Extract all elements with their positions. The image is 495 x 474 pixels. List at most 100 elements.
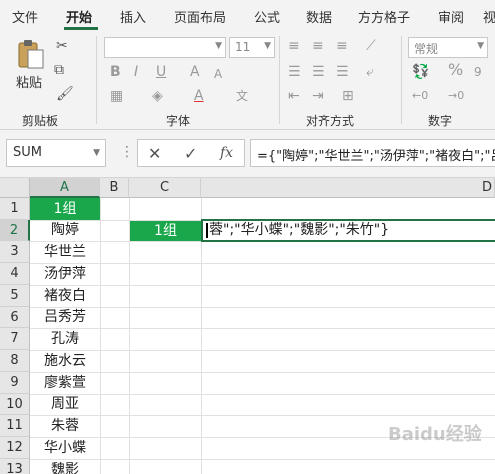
row-header[interactable]: 1 [0,198,30,220]
decrease-font-icon[interactable]: A [214,66,222,82]
tab-review[interactable]: 审阅 [438,7,464,26]
cell-a4[interactable]: 汤伊萍 [30,263,100,285]
font-color-icon[interactable]: A [194,88,204,104]
alignment-group-label: 对齐方式 [306,114,355,128]
group-divider [279,36,280,124]
confirm-icon[interactable]: ✓ [184,144,197,163]
watermark-logo: Baidu经验 [388,424,482,445]
tab-fangfang[interactable]: 方方格子 [358,7,410,26]
font-name-select[interactable]: ▼ [104,37,226,58]
text-caret [206,222,208,238]
row-header[interactable]: 6 [0,307,30,328]
chevron-down-icon: ▼ [477,41,484,51]
bold-button[interactable]: B [110,64,121,80]
number-format-value: 常规 [414,42,439,56]
cell-a11[interactable]: 朱蓉 [30,415,100,437]
increase-decimal-icon[interactable]: ←0 [412,88,428,104]
cell-a2[interactable]: 陶婷 [30,220,100,241]
tab-page-layout[interactable]: 页面布局 [174,7,226,26]
formula-bar: SUM ▼ ⋮ ✕ ✓ fx ={"陶婷";"华世兰";"汤伊萍";"褚夜白";… [0,130,495,178]
resize-handle-icon[interactable]: ⋮ [120,144,134,160]
wrap-text-icon[interactable]: ⤶ [366,64,374,80]
tab-home[interactable]: 开始 [66,7,92,26]
align-left-icon[interactable]: ☰ [288,64,301,80]
tab-data[interactable]: 数据 [306,7,332,26]
orientation-icon[interactable]: ⟋ [366,38,376,54]
cell-c2[interactable]: 1组 [130,221,201,241]
align-middle-icon[interactable]: ≡ [312,38,324,54]
font-size-value: 11 [235,40,251,54]
align-center-icon[interactable]: ☰ [312,64,325,80]
column-header-c[interactable]: C [129,178,201,198]
chevron-down-icon: ▼ [264,41,271,51]
column-header-a[interactable]: A [30,178,100,198]
tab-insert[interactable]: 插入 [120,7,146,26]
fill-color-icon[interactable]: ◈ [152,88,163,104]
cut-icon[interactable]: ✂ [56,38,68,54]
gridline [100,198,101,474]
border-icon[interactable]: ▦ [110,88,123,104]
name-box[interactable]: SUM ▼ [6,139,106,167]
name-box-value: SUM [13,145,42,160]
align-right-icon[interactable]: ☰ [336,64,349,80]
insert-function-button[interactable]: fx [220,145,233,161]
number-group-label: 数字 [428,114,453,128]
comma-style-icon[interactable]: 9 [474,64,482,80]
cell-a5[interactable]: 褚夜白 [30,285,100,307]
merge-cells-icon[interactable]: ⊞ [342,88,354,104]
decrease-decimal-icon[interactable]: →0 [448,88,464,104]
cell-a1[interactable]: 1组 [30,198,100,220]
clipboard-group-label: 剪贴板 [22,114,59,128]
cell-a8[interactable]: 施水云 [30,350,100,372]
column-header-b[interactable]: B [100,178,129,198]
cell-a3[interactable]: 华世兰 [30,241,100,263]
chevron-down-icon: ▼ [93,148,100,158]
percent-button[interactable]: % [448,62,463,78]
font-size-select[interactable]: 11 ▼ [229,37,275,58]
row-header[interactable]: 13 [0,459,30,474]
number-format-select[interactable]: 常规 ▼ [408,37,488,58]
formula-buttons: ✕ ✓ fx [137,139,245,167]
row-header[interactable]: 9 [0,372,30,394]
row-header[interactable]: 10 [0,394,30,415]
row-header[interactable]: 5 [0,285,30,307]
paste-button[interactable]: 粘贴 [14,38,48,91]
font-group-label: 字体 [166,114,191,128]
cell-a12[interactable]: 华小蝶 [30,437,100,459]
cell-a9[interactable]: 廖紫萱 [30,372,100,394]
tab-formulas[interactable]: 公式 [254,7,280,26]
cell-a10[interactable]: 周亚 [30,394,100,415]
row-header[interactable]: 2 [0,220,30,241]
row-header[interactable]: 3 [0,241,30,263]
increase-font-icon[interactable]: A [190,64,200,80]
cancel-icon[interactable]: ✕ [148,144,161,163]
row-header[interactable]: 12 [0,437,30,459]
underline-button[interactable]: U [156,64,166,80]
chevron-down-icon: ▼ [215,41,222,51]
row-header[interactable]: 4 [0,263,30,285]
align-bottom-icon[interactable]: ≡ [336,38,348,54]
cell-d2-editor[interactable]: 蓉";"华小蝶";"魏影";"朱竹"} [201,219,495,242]
italic-button[interactable]: I [134,64,138,80]
copy-icon[interactable]: ⧉ [54,62,64,78]
group-divider [401,36,402,124]
format-painter-icon[interactable]: 🖌 [56,86,74,102]
formula-input[interactable]: ={"陶婷";"华世兰";"汤伊萍";"褚夜白";"吕秀芳";"孔涛";"施水云… [250,139,495,167]
align-top-icon[interactable]: ≡ [288,38,300,54]
row-header[interactable]: 8 [0,350,30,372]
tab-view[interactable]: 视 [483,7,495,26]
tab-file[interactable]: 文件 [12,7,38,26]
select-all-corner[interactable] [0,178,30,198]
phonetic-icon[interactable]: 文 [236,88,248,104]
cell-a6[interactable]: 吕秀芳 [30,307,100,328]
cell-a7[interactable]: 孔涛 [30,328,100,350]
decrease-indent-icon[interactable]: ⇤ [288,88,300,104]
group-divider [96,36,97,124]
increase-indent-icon[interactable]: ⇥ [312,88,324,104]
row-header[interactable]: 7 [0,328,30,350]
currency-icon[interactable]: 💱 [412,64,429,80]
paste-label: 粘贴 [16,76,43,91]
column-header-d[interactable]: D [201,178,495,198]
cell-a13[interactable]: 魏影 [30,459,100,474]
row-header[interactable]: 11 [0,415,30,437]
